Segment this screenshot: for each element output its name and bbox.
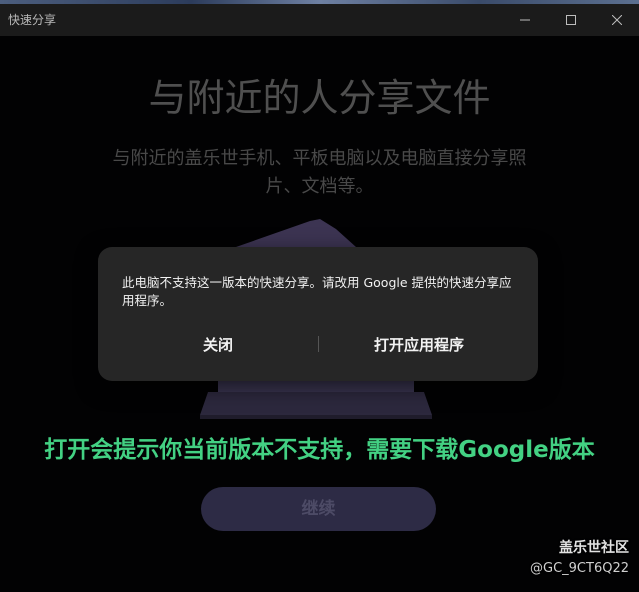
window-title: 快速分享 bbox=[8, 13, 57, 27]
close-button[interactable]: 关闭 bbox=[158, 331, 278, 359]
close-window-button[interactable] bbox=[594, 4, 639, 36]
maximize-icon bbox=[566, 15, 576, 25]
page-subtitle: 与附近的盖乐世手机、平板电脑以及电脑直接分享照片、文档等。 bbox=[112, 148, 527, 197]
close-icon bbox=[612, 15, 622, 25]
watermark-site: 盖乐世社区 bbox=[559, 540, 629, 556]
watermark-user: @GC_9CT6Q22 bbox=[530, 561, 629, 576]
title-bar: 快速分享 bbox=[0, 4, 639, 36]
dialog-button-divider bbox=[318, 336, 319, 352]
minimize-button[interactable] bbox=[502, 4, 548, 36]
quick-share-window: 快速分享 与附近的人分享文件 与附近的盖乐世手机、平板电脑以及电脑直接分享照片、… bbox=[0, 0, 639, 592]
continue-button[interactable]: 继续 bbox=[201, 487, 436, 531]
minimize-icon bbox=[520, 19, 530, 21]
dialog-message: 此电脑不支持这一版本的快速分享。请改用 Google 提供的快速分享应用程序。 bbox=[122, 275, 512, 308]
maximize-button[interactable] bbox=[548, 4, 594, 36]
unsupported-version-dialog: 此电脑不支持这一版本的快速分享。请改用 Google 提供的快速分享应用程序。 … bbox=[98, 247, 538, 381]
annotation-caption: 打开会提示你当前版本不支持，需要下载Google版本 bbox=[44, 437, 595, 463]
page-title: 与附近的人分享文件 bbox=[148, 76, 491, 120]
open-app-button[interactable]: 打开应用程序 bbox=[344, 331, 494, 359]
